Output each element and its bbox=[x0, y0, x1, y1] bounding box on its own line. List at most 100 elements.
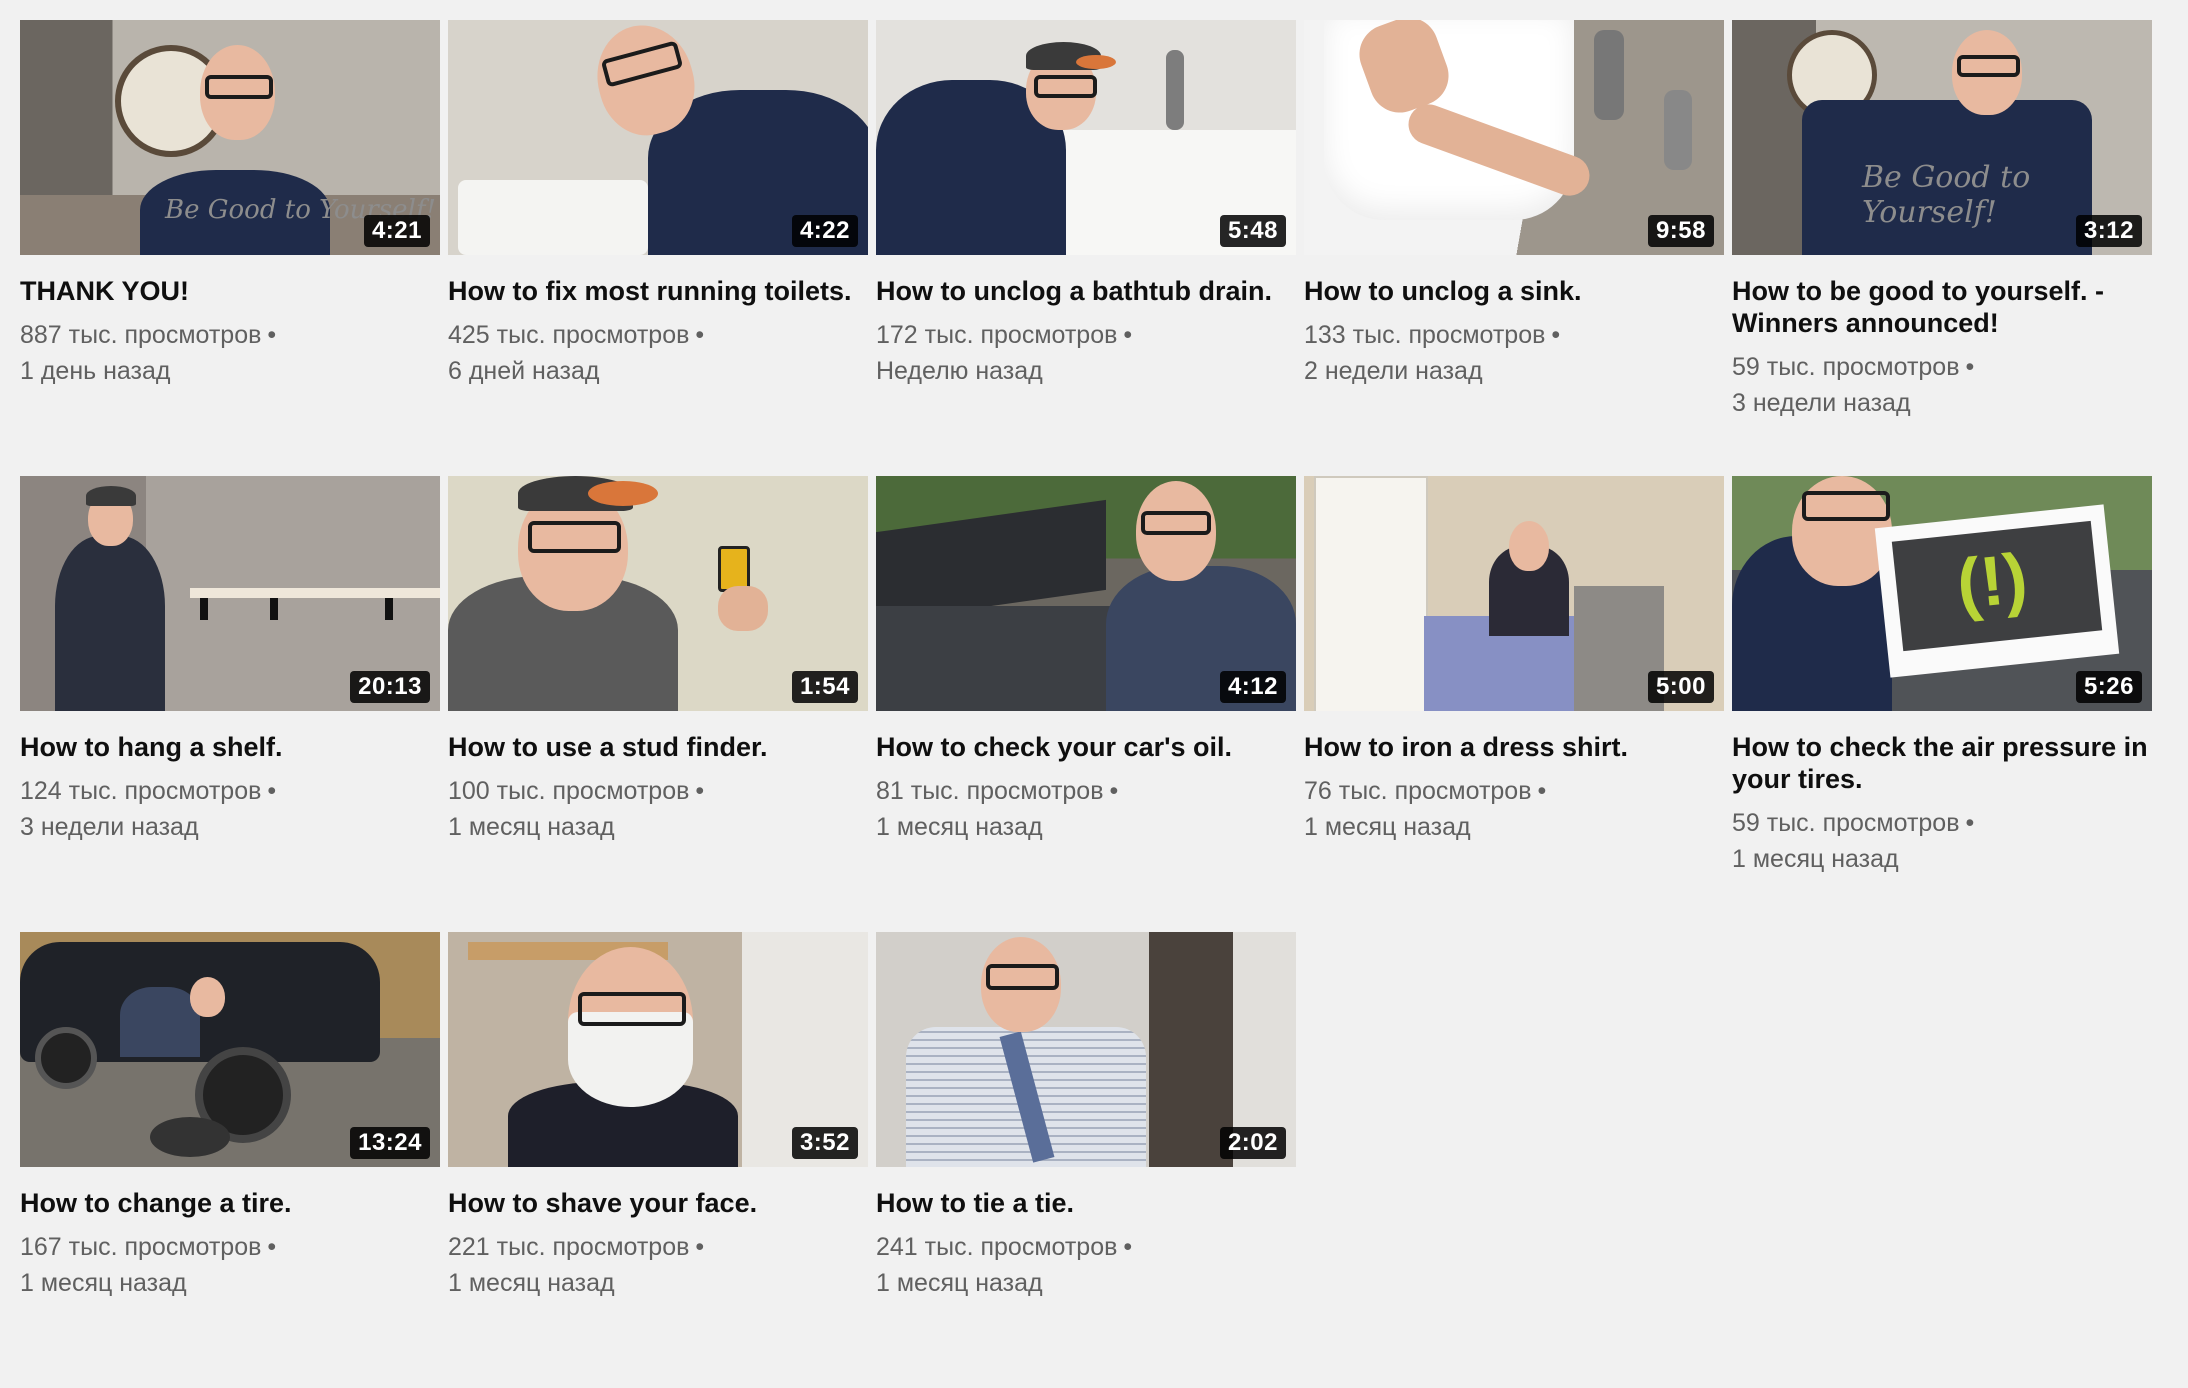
video-title[interactable]: How to iron a dress shirt. bbox=[1304, 731, 1724, 763]
upload-age: 3 недели назад bbox=[20, 813, 199, 841]
video-thumbnail[interactable]: 5:00 bbox=[1304, 476, 1724, 711]
video-title[interactable]: How to check the air pressure in your ti… bbox=[1732, 731, 2152, 795]
view-count: 81 тыс. просмотров bbox=[876, 777, 1104, 805]
meta-separator: • bbox=[267, 1233, 277, 1261]
video-meta: 59 тыс. просмотров • 1 месяц назад bbox=[1732, 805, 2152, 877]
meta-separator: • bbox=[1109, 777, 1119, 805]
video-thumbnail[interactable]: 3:52 bbox=[448, 932, 868, 1167]
video-card[interactable]: 5:48 How to unclog a bathtub drain. 172 … bbox=[876, 20, 1296, 476]
video-title[interactable]: How to check your car's oil. bbox=[876, 731, 1296, 763]
meta-separator: • bbox=[1123, 1233, 1133, 1261]
upload-age: 1 месяц назад bbox=[1304, 813, 1471, 841]
tire-pressure-warning-icon: (!) bbox=[1953, 538, 2031, 624]
video-title[interactable]: How to unclog a bathtub drain. bbox=[876, 275, 1296, 307]
view-count: 59 тыс. просмотров bbox=[1732, 809, 1960, 837]
video-duration: 4:21 bbox=[363, 215, 430, 247]
view-count: 133 тыс. просмотров bbox=[1304, 321, 1546, 349]
video-duration: 1:54 bbox=[791, 671, 858, 703]
video-thumbnail[interactable]: 4:22 bbox=[448, 20, 868, 255]
video-thumbnail[interactable]: 2:02 bbox=[876, 932, 1296, 1167]
video-duration: 4:22 bbox=[791, 215, 858, 247]
view-count: 76 тыс. просмотров bbox=[1304, 777, 1532, 805]
video-duration: 9:58 bbox=[1647, 215, 1714, 247]
upload-age: 1 месяц назад bbox=[448, 1269, 615, 1297]
upload-age: 3 недели назад bbox=[1732, 389, 1911, 417]
video-card[interactable]: Be Good to Yourself! 3:12 How to be good… bbox=[1732, 20, 2152, 476]
video-card[interactable]: 1:54 How to use a stud finder. 100 тыс. … bbox=[448, 476, 868, 932]
video-thumbnail[interactable]: 5:48 bbox=[876, 20, 1296, 255]
video-title[interactable]: How to be good to yourself. - Winners an… bbox=[1732, 275, 2152, 339]
video-meta: 887 тыс. просмотров • 1 день назад bbox=[20, 317, 440, 389]
video-thumbnail[interactable]: (!) 5:26 bbox=[1732, 476, 2152, 711]
view-count: 167 тыс. просмотров bbox=[20, 1233, 262, 1261]
video-duration: 2:02 bbox=[1219, 1127, 1286, 1159]
video-card[interactable]: 2:02 How to tie a tie. 241 тыс. просмотр… bbox=[876, 932, 1296, 1388]
upload-age: Неделю назад bbox=[876, 357, 1043, 385]
meta-separator: • bbox=[695, 321, 705, 349]
view-count: 887 тыс. просмотров bbox=[20, 321, 262, 349]
video-duration: 5:00 bbox=[1647, 671, 1714, 703]
video-title[interactable]: How to change a tire. bbox=[20, 1187, 440, 1219]
video-duration: 3:12 bbox=[2075, 215, 2142, 247]
video-card[interactable]: 9:58 How to unclog a sink. 133 тыс. прос… bbox=[1304, 20, 1724, 476]
view-count: 425 тыс. просмотров bbox=[448, 321, 690, 349]
video-card[interactable]: 5:00 How to iron a dress shirt. 76 тыс. … bbox=[1304, 476, 1724, 932]
video-meta: 76 тыс. просмотров • 1 месяц назад bbox=[1304, 773, 1724, 845]
video-title[interactable]: How to shave your face. bbox=[448, 1187, 868, 1219]
meta-separator: • bbox=[1123, 321, 1133, 349]
video-meta: 133 тыс. просмотров • 2 недели назад bbox=[1304, 317, 1724, 389]
video-meta: 425 тыс. просмотров • 6 дней назад bbox=[448, 317, 868, 389]
video-thumbnail[interactable]: 20:13 bbox=[20, 476, 440, 711]
meta-separator: • bbox=[1965, 809, 1975, 837]
upload-age: 1 месяц назад bbox=[448, 813, 615, 841]
view-count: 241 тыс. просмотров bbox=[876, 1233, 1118, 1261]
video-thumbnail[interactable]: Be Good to Yourself! 4:21 bbox=[20, 20, 440, 255]
video-meta: 124 тыс. просмотров • 3 недели назад bbox=[20, 773, 440, 845]
video-card[interactable]: 4:22 How to fix most running toilets. 42… bbox=[448, 20, 868, 476]
video-card[interactable]: (!) 5:26 How to check the air pressure i… bbox=[1732, 476, 2152, 932]
video-meta: 59 тыс. просмотров • 3 недели назад bbox=[1732, 349, 2152, 421]
video-grid: Be Good to Yourself! 4:21 THANK YOU! 887… bbox=[20, 20, 2152, 1388]
video-title[interactable]: How to use a stud finder. bbox=[448, 731, 868, 763]
upload-age: 1 месяц назад bbox=[876, 813, 1043, 841]
video-thumbnail[interactable]: 1:54 bbox=[448, 476, 868, 711]
video-title[interactable]: How to hang a shelf. bbox=[20, 731, 440, 763]
video-meta: 172 тыс. просмотров • Неделю назад bbox=[876, 317, 1296, 389]
meta-separator: • bbox=[695, 1233, 705, 1261]
meta-separator: • bbox=[695, 777, 705, 805]
view-count: 100 тыс. просмотров bbox=[448, 777, 690, 805]
video-meta: 100 тыс. просмотров • 1 месяц назад bbox=[448, 773, 868, 845]
video-meta: 167 тыс. просмотров • 1 месяц назад bbox=[20, 1229, 440, 1301]
video-card[interactable]: 4:12 How to check your car's oil. 81 тыс… bbox=[876, 476, 1296, 932]
video-card[interactable]: 3:52 How to shave your face. 221 тыс. пр… bbox=[448, 932, 868, 1388]
view-count: 59 тыс. просмотров bbox=[1732, 353, 1960, 381]
video-duration: 13:24 bbox=[350, 1127, 430, 1159]
upload-age: 1 месяц назад bbox=[20, 1269, 187, 1297]
video-meta: 221 тыс. просмотров • 1 месяц назад bbox=[448, 1229, 868, 1301]
video-thumbnail[interactable]: 4:12 bbox=[876, 476, 1296, 711]
video-duration: 4:12 bbox=[1219, 671, 1286, 703]
meta-separator: • bbox=[1551, 321, 1561, 349]
video-title[interactable]: THANK YOU! bbox=[20, 275, 440, 307]
video-card[interactable]: 20:13 How to hang a shelf. 124 тыс. прос… bbox=[20, 476, 440, 932]
upload-age: 1 месяц назад bbox=[876, 1269, 1043, 1297]
video-title[interactable]: How to fix most running toilets. bbox=[448, 275, 868, 307]
video-duration: 3:52 bbox=[791, 1127, 858, 1159]
view-count: 124 тыс. просмотров bbox=[20, 777, 262, 805]
video-meta: 81 тыс. просмотров • 1 месяц назад bbox=[876, 773, 1296, 845]
video-thumbnail[interactable]: 13:24 bbox=[20, 932, 440, 1167]
meta-separator: • bbox=[1537, 777, 1547, 805]
video-duration: 20:13 bbox=[350, 671, 430, 703]
video-thumbnail[interactable]: Be Good to Yourself! 3:12 bbox=[1732, 20, 2152, 255]
video-card[interactable]: Be Good to Yourself! 4:21 THANK YOU! 887… bbox=[20, 20, 440, 476]
video-card[interactable]: 13:24 How to change a tire. 167 тыс. про… bbox=[20, 932, 440, 1388]
video-meta: 241 тыс. просмотров • 1 месяц назад bbox=[876, 1229, 1296, 1301]
video-title[interactable]: How to tie a tie. bbox=[876, 1187, 1296, 1219]
video-thumbnail[interactable]: 9:58 bbox=[1304, 20, 1724, 255]
view-count: 172 тыс. просмотров bbox=[876, 321, 1118, 349]
upload-age: 1 месяц назад bbox=[1732, 845, 1899, 873]
video-title[interactable]: How to unclog a sink. bbox=[1304, 275, 1724, 307]
video-duration: 5:48 bbox=[1219, 215, 1286, 247]
meta-separator: • bbox=[1965, 353, 1975, 381]
upload-age: 2 недели назад bbox=[1304, 357, 1483, 385]
